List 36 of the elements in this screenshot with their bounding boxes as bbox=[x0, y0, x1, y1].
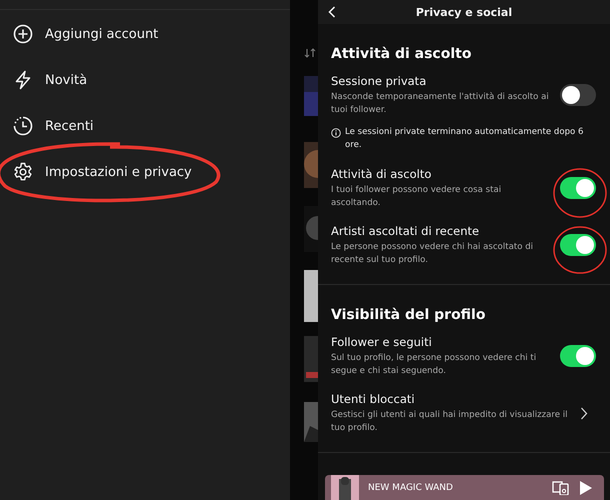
track-title: NEW MAGIC WAND bbox=[368, 482, 454, 492]
annotation-circle bbox=[553, 226, 607, 274]
setting-description: Nasconde temporaneamente l'attività di ascolto ai tuoi follower. bbox=[331, 91, 550, 117]
chevron-icon[interactable] bbox=[580, 406, 588, 420]
toggle-switch[interactable] bbox=[560, 234, 596, 256]
toggle-switch[interactable] bbox=[560, 177, 596, 199]
play-icon[interactable] bbox=[579, 480, 592, 494]
toggle-switch[interactable] bbox=[560, 84, 596, 106]
menu-item[interactable]: Recenti bbox=[0, 103, 290, 149]
add-icon bbox=[13, 24, 33, 44]
menu-item[interactable]: Novità bbox=[0, 57, 290, 103]
setting-description: Sul tuo profilo, le persone possono vedere chi ti segue e chi stai seguendo. bbox=[331, 352, 538, 378]
setting-description: I tuoi follower possono vedere cosa stai ascoltando. bbox=[331, 184, 502, 210]
section-heading: Visibilità del profilo bbox=[331, 306, 486, 325]
sort-icon bbox=[304, 48, 318, 58]
info-icon bbox=[331, 128, 341, 138]
setting-description: Le persone possono vedere chi hai ascoltato di recente sul tuo profilo. bbox=[331, 241, 534, 267]
setting-title: Follower e seguiti bbox=[331, 334, 433, 350]
menu-item[interactable]: Aggiungi account bbox=[0, 11, 290, 57]
info-note: Le sessioni private terminano automaticamente dopo 6 ore. bbox=[345, 126, 584, 152]
lightning-icon bbox=[13, 70, 33, 90]
setting-title: Sessione privata bbox=[331, 73, 428, 89]
setting-description: Gestisci gli utenti ai quali hai impedito di visualizzare il tuo profilo. bbox=[331, 409, 569, 435]
section-heading: Attività di ascolto bbox=[331, 45, 472, 64]
back-icon[interactable] bbox=[328, 6, 336, 18]
setting-title: Artisti ascoltati di recente bbox=[331, 223, 480, 239]
device-icon[interactable] bbox=[552, 480, 570, 494]
settings-icon bbox=[13, 162, 33, 182]
annotation-circle bbox=[553, 168, 607, 218]
screen-title: Privacy e social bbox=[416, 6, 512, 18]
setting-title: Attività di ascolto bbox=[331, 166, 432, 182]
mini-player[interactable]: NEW MAGIC WAND bbox=[325, 475, 604, 500]
setting-title: Utenti bloccati bbox=[331, 391, 416, 407]
toggle-switch[interactable] bbox=[560, 345, 596, 367]
menu-item[interactable]: Impostazioni e privacy bbox=[0, 149, 290, 195]
clock-icon bbox=[13, 116, 33, 136]
